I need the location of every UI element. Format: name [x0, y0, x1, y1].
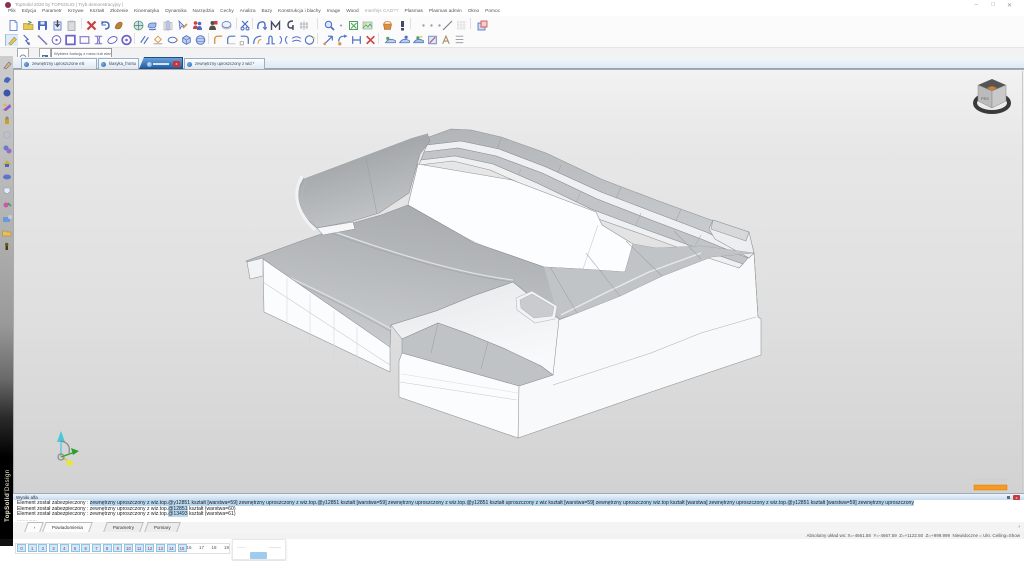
svg-text:PRZ: PRZ	[981, 96, 990, 101]
